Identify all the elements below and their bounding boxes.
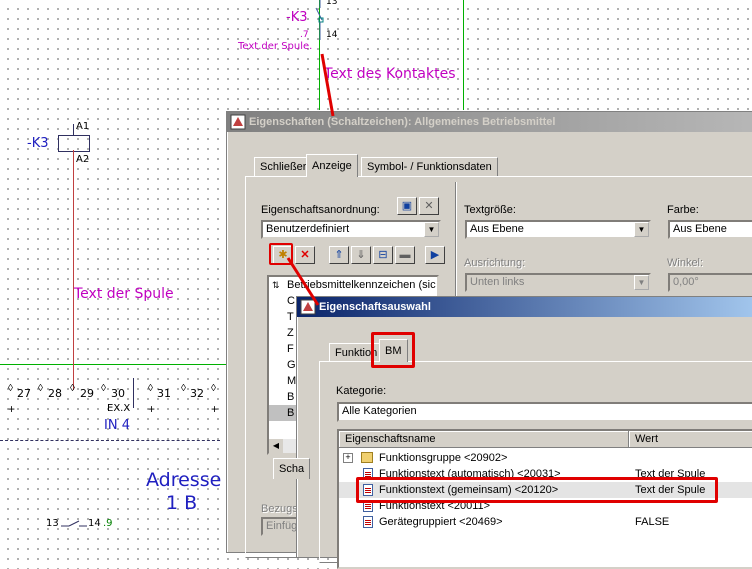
arrow-to-auswahl <box>286 257 320 306</box>
tab-anzeige[interactable]: Anzeige <box>306 154 358 177</box>
highlight-funktionstext-row <box>356 477 718 503</box>
tab-bm[interactable]: BM <box>379 339 408 362</box>
annotation-arrows <box>286 53 335 306</box>
highlight-new-button <box>269 243 293 265</box>
tab-scha[interactable]: Scha <box>273 458 311 479</box>
arrow-to-kontakt <box>320 53 335 117</box>
